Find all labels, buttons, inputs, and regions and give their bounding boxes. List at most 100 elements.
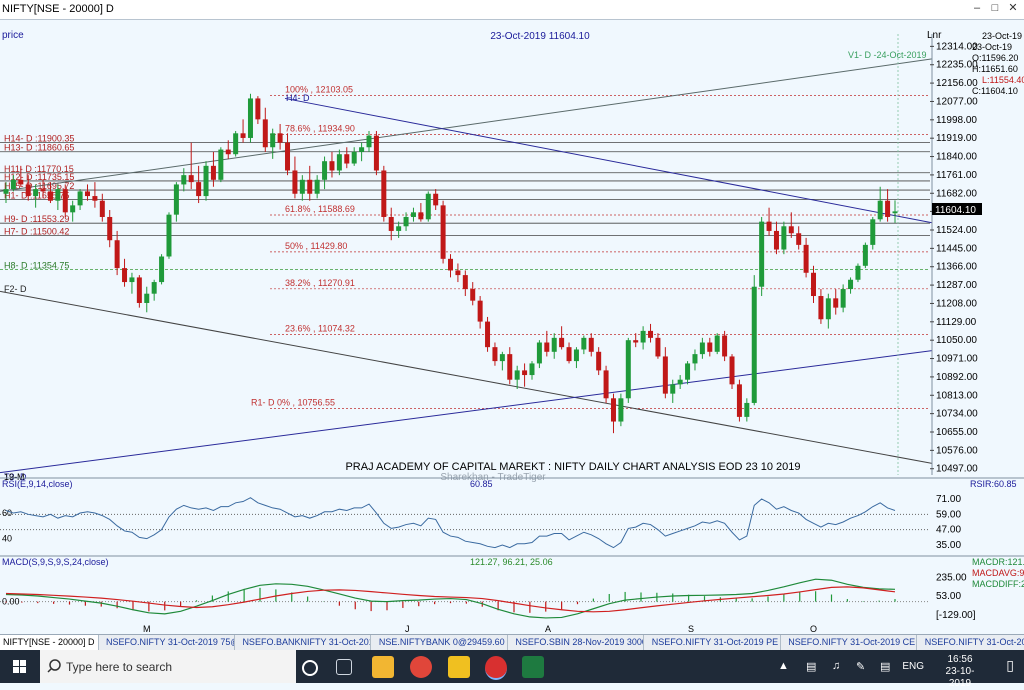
candle-body xyxy=(240,133,246,138)
candle-body xyxy=(322,161,328,180)
chart-area[interactable]: price 23-Oct-2019 11604.10 Lnr H14- D :1… xyxy=(0,20,1024,634)
rsi-tick-label: 71.00 xyxy=(936,494,961,505)
candle-body xyxy=(33,189,39,197)
price-tick-label: 11050.00 xyxy=(936,335,977,346)
volume-icon[interactable]: ♫ xyxy=(832,660,840,672)
task-view-icon[interactable] xyxy=(302,660,318,676)
close-button[interactable]: ✕ xyxy=(1006,2,1020,15)
fib-label: 61.8% , 11588.69 xyxy=(285,204,355,214)
candle-body xyxy=(640,330,646,343)
pen-icon[interactable]: ✎ xyxy=(856,660,865,673)
candle-body xyxy=(514,370,520,380)
candle-body xyxy=(551,337,557,352)
minimize-button[interactable]: – xyxy=(970,2,984,15)
price-tick-label: 10655.00 xyxy=(936,427,978,438)
candle-body xyxy=(255,98,261,120)
macd-legend-r: MACDR:121.27 xyxy=(972,557,1024,567)
candle-body xyxy=(736,384,742,417)
candle-body xyxy=(781,226,787,250)
tab-nifty-ce[interactable]: NSEFO.NIFTY 31-Oct-2019 CE 1 xyxy=(785,635,918,650)
folder-icon[interactable] xyxy=(448,656,470,678)
candle-body xyxy=(618,398,624,422)
tradetiger-icon[interactable] xyxy=(485,656,507,680)
candle-body xyxy=(129,277,135,283)
candle-body xyxy=(685,363,691,380)
macd-tick-label: 235.00 xyxy=(936,573,967,584)
candle-body xyxy=(196,182,202,197)
tab-banknifty[interactable]: NSEFO.BANKNIFTY 31-Oct-2019 xyxy=(239,635,372,650)
candle-body xyxy=(877,200,883,220)
file-explorer-icon[interactable] xyxy=(372,656,394,678)
price-tick-label: 10497.00 xyxy=(936,464,978,475)
system-clock[interactable]: 16:56 23-10-2019 xyxy=(936,654,984,690)
tab-nifty-fut[interactable]: NSEFO.NIFTY 31-Oct-2019 75@ xyxy=(103,635,235,650)
candle-body xyxy=(633,340,639,343)
candle-body xyxy=(181,175,187,185)
x-tick-label: O xyxy=(810,624,817,634)
price-tick-label: 11445.00 xyxy=(936,243,977,254)
tab-nifty-pe[interactable]: NSEFO.NIFTY 31-Oct-2019 PE 1 xyxy=(649,635,781,650)
timeline-icon[interactable] xyxy=(336,659,352,675)
title-bar: NIFTY[NSE - 20000] D – □ ✕ xyxy=(0,0,1024,20)
x-tick-label: A xyxy=(545,624,551,634)
language-indicator[interactable]: ENG xyxy=(902,661,924,672)
candle-body xyxy=(833,298,839,308)
fib-label: 78.6% , 11934.90 xyxy=(285,123,355,133)
candle-body xyxy=(425,193,431,220)
candle-body xyxy=(559,337,565,348)
candle-body xyxy=(455,270,461,276)
price-tick-label: 11287.00 xyxy=(936,280,977,291)
tab-nifty-ce2[interactable]: NSEFO.NIFTY 31-Oct-2019 CE 118 xyxy=(922,635,1024,650)
candle-body xyxy=(388,216,394,231)
candlestick-chart[interactable]: price 23-Oct-2019 11604.10 Lnr H14- D :1… xyxy=(0,20,1024,634)
candle-body xyxy=(47,191,53,201)
notification-center-icon[interactable]: ▤ xyxy=(880,660,890,673)
chart-title: PRAJ ACADEMY OF CAPITAL MAREKT : NIFTY D… xyxy=(345,461,800,473)
macd-title: MACD(S,9,S,9,S,24,close) xyxy=(2,557,109,567)
excel-icon[interactable] xyxy=(522,656,544,678)
price-label: price xyxy=(2,30,24,41)
maximize-button[interactable]: □ xyxy=(988,2,1002,15)
rsi-right-label: RSIR:60.85 xyxy=(970,479,1017,489)
candle-body xyxy=(151,282,157,294)
price-tick-label: 10576.00 xyxy=(936,445,978,456)
candle-body xyxy=(159,256,165,283)
price-tick-label: 10813.00 xyxy=(936,390,978,401)
candle-body xyxy=(203,165,209,197)
windows-taskbar: Type here to search ▲ ▤ ♫ ✎ ▤ ENG 16:56 … xyxy=(0,650,1024,689)
candle-body xyxy=(581,337,587,350)
candle-body xyxy=(596,351,602,371)
candle-body xyxy=(144,293,150,303)
candle-body xyxy=(40,189,46,192)
candle-body xyxy=(410,212,416,217)
candle-body xyxy=(344,154,350,164)
network-icon[interactable]: ▤ xyxy=(806,660,816,673)
candle-body xyxy=(544,342,550,352)
candle-body xyxy=(818,296,824,320)
candle-body xyxy=(418,212,424,220)
candle-body xyxy=(366,135,372,148)
candle-body xyxy=(744,402,750,417)
candle-body xyxy=(699,342,705,355)
candle-body xyxy=(655,337,661,357)
candle-body xyxy=(55,189,61,201)
tab-nifty-chart[interactable]: NIFTY[NSE - 20000] D xyxy=(0,635,99,650)
people-icon[interactable]: ▲ xyxy=(778,660,789,672)
ohlc-high: H:11651.60 xyxy=(972,64,1018,74)
candle-body xyxy=(307,179,313,194)
candle-body xyxy=(77,191,83,206)
action-center-icon[interactable]: ▯ xyxy=(1006,657,1014,674)
candle-body xyxy=(714,335,720,352)
chrome-icon[interactable] xyxy=(410,656,432,678)
tab-niftybank[interactable]: NSE.NIFTYBANK 0@29459.60 15 xyxy=(376,635,508,650)
candle-body xyxy=(862,244,868,266)
start-button[interactable] xyxy=(0,650,40,683)
candle-body xyxy=(329,161,335,171)
candle-body xyxy=(573,349,579,362)
lnr-label: Lnr xyxy=(927,30,942,41)
tab-sbin[interactable]: NSEFO.SBIN 28-Nov-2019 3000 xyxy=(512,635,645,650)
candle-body xyxy=(440,205,446,259)
price-tick-label: 11840.00 xyxy=(936,152,977,163)
taskbar-search[interactable]: Type here to search xyxy=(40,650,296,683)
windows-logo-icon xyxy=(13,660,26,673)
